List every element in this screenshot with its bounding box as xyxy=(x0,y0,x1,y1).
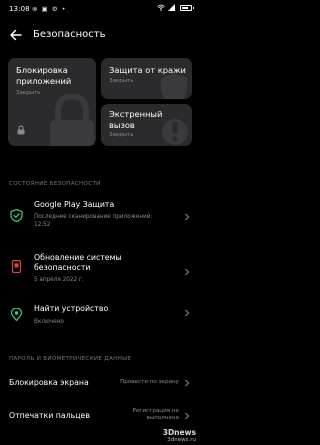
tile-theft-title: Защита от кражи xyxy=(109,65,186,75)
tile-app-lock[interactable]: Блокировка приложений Закрыть xyxy=(8,58,96,146)
row-play-title: Google Play Защита xyxy=(34,200,115,209)
row-fingerprints[interactable]: Отпечатки пальцев Регистрация не выполне… xyxy=(0,407,200,427)
row-update-subtitle: 5 апреля 2022 г. xyxy=(34,277,84,283)
tile-emergency-subtitle: Закрыть xyxy=(109,132,134,138)
chevron-right-icon xyxy=(185,309,190,317)
status-right-icons xyxy=(157,4,194,11)
status-bar: 13:08 ⊗ ▣ ⚙ • xyxy=(0,0,200,20)
tile-theft-protection[interactable]: Защита от кражи Закрыть xyxy=(101,58,192,99)
battery-icon xyxy=(180,4,194,11)
chevron-right-icon xyxy=(185,379,190,387)
chevron-right-icon xyxy=(185,268,190,276)
signal-icon xyxy=(168,4,175,11)
app-lock-icon xyxy=(50,94,94,146)
watermark: 3Dnews 3dnews.ru xyxy=(162,428,196,443)
row-fingerprints-title: Отпечатки пальцев xyxy=(9,411,90,420)
watermark-brand: 3Dnews xyxy=(162,428,196,437)
chevron-right-icon xyxy=(185,412,190,420)
tile-theft-subtitle: Закрыть xyxy=(109,78,134,84)
wifi-icon xyxy=(157,4,165,11)
row-find-subtitle: Включено xyxy=(34,319,64,325)
tile-app-lock-subtitle: Закрыть xyxy=(16,90,41,96)
top-app-bar: Безопасность xyxy=(0,22,200,50)
row-screen-lock-value: Провести по экрану xyxy=(120,379,179,385)
row-fingerprints-value: Регистрация не выполнена xyxy=(132,408,179,421)
row-play-subtitle: Последнее сканирование приложений: 12:52 xyxy=(34,214,153,228)
notification-icons: ⊗ ▣ ⚙ • xyxy=(32,5,67,13)
watermark-domain: 3dnews.ru xyxy=(167,437,196,443)
page-title: Безопасность xyxy=(33,29,106,40)
play-protect-shield-icon xyxy=(10,209,23,222)
small-lock-icon xyxy=(17,125,25,135)
row-update-title: Обновление системы безопасности xyxy=(34,253,122,272)
tile-emergency-call[interactable]: Экстренный вызов Закрыть xyxy=(101,104,192,146)
shield-icon xyxy=(161,73,187,99)
row-screen-lock[interactable]: Блокировка экрана Провести по экрану xyxy=(0,375,200,393)
row-find-device[interactable]: Найти устройство Включено xyxy=(0,303,200,333)
back-arrow-icon[interactable] xyxy=(9,28,23,42)
section-password-biometrics: ПАРОЛЬ И БИОМЕТРИЧЕСКИЕ ДАННЫЕ xyxy=(9,356,132,362)
tile-app-lock-title: Блокировка приложений xyxy=(16,65,72,86)
row-find-title: Найти устройство xyxy=(34,304,109,313)
section-security-status: СОСТОЯНИЕ БЕЗОПАСНОСТИ xyxy=(9,181,101,187)
phone-update-icon xyxy=(11,260,22,273)
tile-emergency-title: Экстренный вызов xyxy=(109,109,163,130)
row-security-update[interactable]: Обновление системы безопасности 5 апреля… xyxy=(0,252,200,294)
row-screen-lock-title: Блокировка экрана xyxy=(9,378,89,387)
row-google-play-protect[interactable]: Google Play Защита Последнее сканировани… xyxy=(0,197,200,237)
chevron-right-icon xyxy=(185,213,190,221)
emergency-icon xyxy=(162,119,188,145)
status-time: 13:08 xyxy=(9,5,30,13)
location-pin-icon xyxy=(10,308,23,321)
